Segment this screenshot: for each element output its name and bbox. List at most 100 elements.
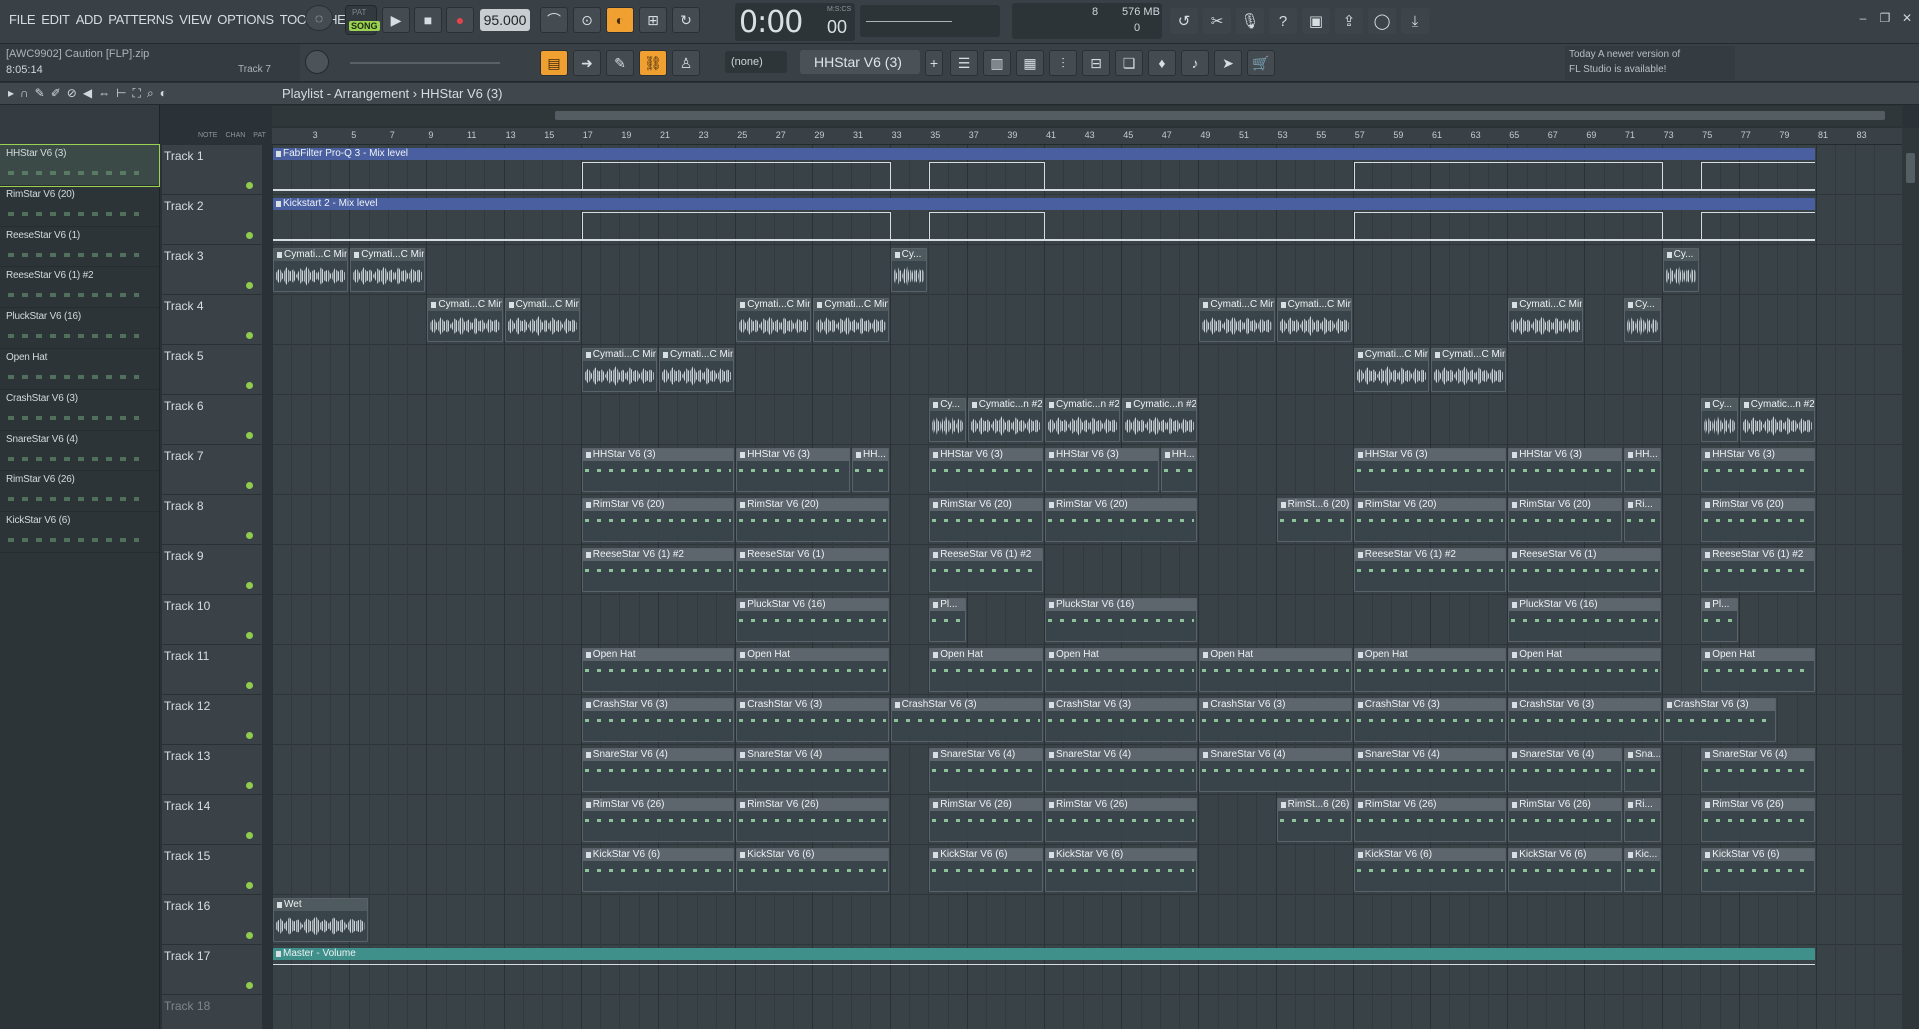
track-mute-led[interactable] — [246, 532, 253, 539]
note-label[interactable]: NOTE — [198, 132, 217, 139]
pattern-item[interactable]: KickStar V6 (6) — [0, 512, 159, 553]
track-mute-led[interactable] — [246, 782, 253, 789]
stamp-icon[interactable]: ♙ — [672, 50, 700, 76]
pattern-clip[interactable]: CrashStar V6 (3) — [1508, 698, 1661, 742]
tempo-tapper-icon[interactable]: ♦ — [1148, 50, 1176, 76]
master-volume-slider[interactable] — [350, 62, 500, 64]
pattern-clip[interactable]: SnareStar V6 (4) — [736, 748, 889, 792]
pattern-clip[interactable]: ReeseStar V6 (1) #2 — [1353, 548, 1507, 592]
pattern-clip[interactable]: RimSt...6 (26) — [1276, 798, 1352, 842]
track-header[interactable]: Track 3 — [162, 245, 262, 295]
pattern-clip[interactable]: Open Hat — [1508, 648, 1661, 692]
pattern-clip[interactable]: HH... — [1160, 448, 1198, 492]
audio-clip[interactable]: Cymati...C Min — [1508, 298, 1584, 342]
track-lane[interactable] — [272, 345, 1902, 395]
track-header[interactable]: Track 1 — [162, 145, 262, 195]
shop-icon[interactable]: 🛒 — [1247, 50, 1275, 76]
timeline-ruler[interactable]: 3 5 7 9 11 13 15 17 19 21 23 25 27 29 31 33 35 37 39 41 43 45… — [272, 128, 1902, 145]
pattern-clip[interactable]: Open Hat — [736, 648, 889, 692]
audio-clip[interactable]: Cymati...C Min — [1431, 348, 1507, 392]
pattern-clip[interactable]: RimStar V6 (26) — [1508, 798, 1622, 842]
record-icon[interactable]: ● — [446, 7, 474, 33]
pattern-clip[interactable]: PluckStar V6 (16) — [1045, 598, 1198, 642]
plugin-icon[interactable]: ❏ — [1115, 50, 1143, 76]
pattern-clip[interactable]: RimStar V6 (20) — [1353, 498, 1507, 542]
pattern-clip[interactable]: Open Hat — [929, 648, 1043, 692]
audio-clip[interactable]: Cymatic...n #2 — [1045, 398, 1121, 442]
pattern-item[interactable]: HHStar V6 (3) — [0, 144, 160, 187]
menu-item-options[interactable]: OPTIONS — [214, 12, 276, 27]
snap-selector[interactable]: (none) — [725, 51, 787, 73]
pattern-song-switch[interactable]: PAT SONG — [345, 5, 380, 35]
track-mute-led[interactable] — [246, 832, 253, 839]
track-lane[interactable] — [272, 245, 1902, 295]
track-mute-led[interactable] — [246, 682, 253, 689]
paint-icon[interactable]: ✐ — [51, 86, 61, 101]
pattern-clip[interactable]: KickStar V6 (6) — [1045, 848, 1198, 892]
audio-clip[interactable]: Cy... — [890, 248, 928, 292]
track-header[interactable]: Track 16 — [162, 895, 262, 945]
audio-clip[interactable]: Cymati...C Min — [273, 248, 349, 292]
countdown-icon[interactable]: ◐ — [606, 7, 634, 33]
pattern-clip[interactable]: SnareStar V6 (4) — [1701, 748, 1815, 792]
pattern-clip[interactable]: KickStar V6 (6) — [1701, 848, 1815, 892]
pattern-item[interactable]: CrashStar V6 (3) — [0, 390, 159, 431]
close-icon[interactable]: ✕ — [1899, 10, 1915, 26]
pattern-clip[interactable]: CrashStar V6 (3) — [890, 698, 1043, 742]
audio-clip[interactable]: Cymati...C Min — [1353, 348, 1429, 392]
pattern-clip[interactable]: PluckStar V6 (16) — [736, 598, 889, 642]
pattern-item[interactable]: RimStar V6 (26) — [0, 471, 159, 513]
slip-icon[interactable]: ⇔ — [98, 86, 110, 101]
pattern-clip[interactable]: CrashStar V6 (3) — [736, 698, 889, 742]
pattern-clip[interactable]: ReeseStar V6 (1) #2 — [1701, 548, 1815, 592]
pattern-item[interactable]: ReeseStar V6 (1) #2 — [0, 267, 159, 309]
pattern-clip[interactable]: Kic... — [1624, 848, 1661, 892]
pattern-clip[interactable]: RimStar V6 (20) — [1045, 498, 1198, 542]
track-mute-led[interactable] — [246, 432, 253, 439]
pattern-item[interactable]: ReeseStar V6 (1) — [0, 227, 159, 268]
track-header[interactable]: Track 11 — [162, 645, 262, 695]
audio-clip[interactable]: Cymati...C Min — [1276, 298, 1352, 342]
options-arrow-icon[interactable]: ▸ — [8, 86, 14, 101]
pattern-item[interactable]: RimStar V6 (20) — [0, 186, 159, 227]
pattern-clip[interactable]: RimStar V6 (20) — [736, 498, 889, 542]
automation-clip[interactable]: FabFilter Pro-Q 3 - Mix level — [273, 148, 1815, 192]
pattern-clip[interactable]: SnareStar V6 (4) — [581, 748, 735, 792]
typing-keyboard-icon[interactable]: ⌒ — [540, 7, 568, 33]
audio-clip[interactable]: Cy... — [929, 398, 966, 442]
track-header[interactable]: Track 15 — [162, 845, 262, 895]
pattern-clip[interactable]: Ri... — [1624, 798, 1661, 842]
menu-item-view[interactable]: VIEW — [176, 12, 214, 27]
pattern-clip[interactable]: CrashStar V6 (3) — [1662, 698, 1777, 742]
track-header[interactable]: Track 17 — [162, 945, 262, 995]
track-header[interactable]: Track 4 — [162, 295, 262, 345]
track-header[interactable]: Track 5 — [162, 345, 262, 395]
pattern-item[interactable]: PluckStar V6 (16) — [0, 308, 159, 349]
mixer-icon[interactable]: ⫶ — [1049, 50, 1077, 76]
audio-clip[interactable]: Cymati...C Min — [1199, 298, 1275, 342]
pattern-clip[interactable]: RimStar V6 (26) — [1701, 798, 1815, 842]
master-pitch-knob[interactable] — [305, 50, 329, 74]
pattern-clip[interactable]: Ri... — [1624, 498, 1661, 542]
automation-clip[interactable]: Master - Volume — [273, 948, 1815, 992]
magnet-icon[interactable]: ∩ — [20, 86, 29, 101]
pattern-clip[interactable]: Open Hat — [1199, 648, 1352, 692]
audio-clip[interactable]: Cymati...C Min — [659, 348, 735, 392]
track-header[interactable]: Track 14 — [162, 795, 262, 845]
audio-clip[interactable]: Cy... — [1624, 298, 1661, 342]
pattern-clip[interactable]: CrashStar V6 (3) — [1045, 698, 1198, 742]
pattern-clip[interactable]: Open Hat — [581, 648, 735, 692]
menu-item-add[interactable]: ADD — [73, 12, 106, 27]
pattern-clip[interactable]: RimStar V6 (26) — [736, 798, 889, 842]
step-edit-icon[interactable]: ⊞ — [639, 7, 667, 33]
pattern-clip[interactable]: RimStar V6 (20) — [929, 498, 1043, 542]
track-header[interactable]: Track 2 — [162, 195, 262, 245]
audio-clip[interactable]: Cymati...C Min — [736, 298, 812, 342]
time-display[interactable]: 0:00 M:S:CS 00 — [735, 3, 855, 41]
pencil-icon[interactable]: ✎ — [606, 50, 634, 76]
pattern-clip[interactable]: ReeseStar V6 (1) — [736, 548, 889, 592]
pattern-clip[interactable]: HHStar V6 (3) — [1701, 448, 1815, 492]
chat-icon[interactable]: ◯ — [1368, 8, 1396, 34]
vscroll-thumb[interactable] — [1906, 153, 1915, 183]
pattern-selector[interactable]: HHStar V6 (3) — [800, 50, 920, 74]
